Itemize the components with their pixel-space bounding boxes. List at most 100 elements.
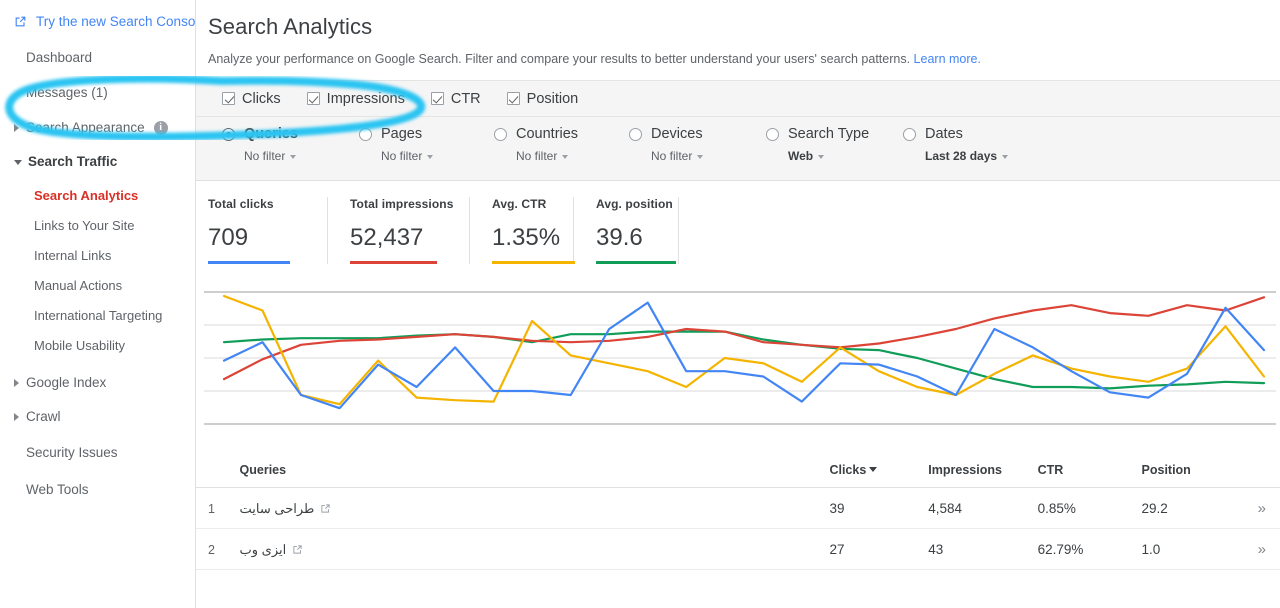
learn-more-link[interactable]: Learn more. [914, 52, 981, 66]
radio-icon[interactable] [766, 127, 779, 141]
sidebar-item-search-appearance[interactable]: Search Appearance i [0, 117, 195, 138]
radio-icon[interactable] [222, 127, 235, 141]
radio-icon[interactable] [494, 127, 507, 141]
chevron-double-right-icon: » [1257, 500, 1267, 517]
checkmark-icon [222, 92, 235, 105]
page-description-text: Analyze your performance on Google Searc… [208, 52, 911, 66]
external-link-icon[interactable] [320, 503, 331, 514]
metric-checkbox-position[interactable]: Position [506, 90, 579, 107]
kpi-value: 1.35% [492, 224, 561, 251]
row-query[interactable]: طراحی سایت [239, 487, 830, 529]
sidebar-item-dashboard[interactable]: Dashboard [0, 47, 195, 68]
sidebar: Try the new Search Console Dashboard Mes… [0, 0, 206, 608]
col-clicks[interactable]: Clicks [829, 455, 929, 488]
kpi-label: Total impressions [350, 197, 454, 211]
sidebar-item-international-targeting[interactable]: International Targeting [0, 305, 195, 326]
search-console-page: Try the new Search Console Dashboard Mes… [0, 0, 1280, 608]
kpi-underline [350, 261, 437, 264]
radio-icon[interactable] [359, 127, 372, 141]
table-row[interactable]: 2 ایزی وب 27 43 62.79% 1.0 » [196, 528, 1280, 570]
sidebar-item-google-index[interactable]: Google Index [0, 372, 195, 393]
metric-checkbox-clicks[interactable]: Clicks [222, 91, 281, 107]
table-row[interactable]: 1 طراحی سایت 39 4,584 0.85% 29.2 » [196, 487, 1280, 529]
table-body: 1 طراحی سایت 39 4,584 0.85% 29.2 » 2 ایز… [196, 487, 1280, 570]
sidebar-item-web-tools[interactable]: Web Tools [0, 479, 195, 500]
metric-checkbox-row: Clicks Impressions CTR Position [196, 80, 1280, 117]
kpi-value: 39.6 [596, 224, 643, 251]
row-rank: 2 [196, 528, 240, 570]
sidebar-item-messages[interactable]: Messages (1) [0, 82, 195, 103]
row-expand-button[interactable]: » [1240, 487, 1280, 529]
chevron-down-icon [290, 154, 297, 159]
metric-label: Position [526, 90, 579, 107]
kpi-value: 52,437 [350, 224, 424, 251]
col-expand [1240, 455, 1280, 488]
dimension-filter-dates[interactable]: Last 28 days [903, 149, 1009, 163]
dimension-dates[interactable]: Dates Last 28 days [903, 126, 1009, 163]
col-impressions[interactable]: Impressions [928, 455, 1038, 488]
chevron-double-right-icon: » [1257, 541, 1267, 558]
sidebar-item-security-issues[interactable]: Security Issues [0, 442, 195, 463]
metric-label: CTR [450, 90, 481, 107]
chevron-right-icon [14, 412, 19, 421]
kpi-row: Total clicks 709 Total impressions 52,43… [196, 181, 1280, 264]
kpi-value: 709 [208, 224, 249, 251]
dimension-filter-search-type[interactable]: Web [766, 149, 903, 163]
queries-table: Queries Clicks Impressions CTR Position … [196, 455, 1280, 570]
metric-checkbox-ctr[interactable]: CTR [430, 90, 481, 107]
row-expand-button[interactable]: » [1240, 528, 1280, 570]
sidebar-item-label: Manual Actions [34, 278, 123, 293]
row-rank: 1 [196, 487, 240, 529]
filter-label: No filter [244, 149, 286, 163]
sidebar-item-label: International Targeting [34, 308, 163, 323]
dimension-radio-row: Queries No filter Pages No filter Countr… [196, 117, 1280, 181]
dimension-filter-pages[interactable]: No filter [359, 149, 494, 163]
sidebar-item-links-to-your-site[interactable]: Links to Your Site [0, 215, 195, 236]
kpi-total-impressions: Total impressions 52,437 [328, 197, 469, 264]
sidebar-item-label: Links to Your Site [34, 218, 135, 233]
dimension-label: Search Type [788, 126, 870, 142]
dimension-countries[interactable]: Countries No filter [494, 126, 629, 163]
dimension-queries[interactable]: Queries No filter [222, 126, 359, 163]
metric-checkbox-impressions[interactable]: Impressions [306, 91, 405, 107]
row-query[interactable]: ایزی وب [239, 528, 830, 570]
chevron-right-icon [14, 123, 19, 132]
sidebar-item-mobile-usability[interactable]: Mobile Usability [0, 335, 195, 356]
chevron-down-icon [562, 154, 569, 159]
kpi-label: Avg. position [596, 197, 673, 211]
col-position[interactable]: Position [1141, 455, 1241, 488]
dimension-filter-queries[interactable]: No filter [222, 149, 359, 163]
divider [678, 197, 679, 264]
sidebar-item-manual-actions[interactable]: Manual Actions [0, 275, 195, 296]
sidebar-item-internal-links[interactable]: Internal Links [0, 245, 195, 266]
sidebar-item-search-traffic[interactable]: Search Traffic [0, 151, 195, 172]
dimension-search-type[interactable]: Search Type Web [766, 126, 903, 163]
col-ctr[interactable]: CTR [1037, 455, 1142, 488]
chevron-down-icon [427, 154, 434, 159]
kpi-label: Total clicks [208, 197, 274, 211]
kpi-avg-position: Avg. position 39.6 [574, 197, 678, 264]
row-clicks: 39 [829, 487, 929, 529]
filter-label: No filter [516, 149, 558, 163]
dimension-pages[interactable]: Pages No filter [359, 126, 494, 163]
dimension-label: Devices [651, 126, 703, 142]
radio-icon[interactable] [629, 127, 642, 141]
sidebar-item-label: Messages (1) [26, 85, 108, 100]
row-position: 29.2 [1141, 487, 1241, 529]
dimension-filter-devices[interactable]: No filter [629, 149, 766, 163]
chart-line-clicks [222, 301, 1266, 410]
kpi-underline [596, 261, 676, 264]
sidebar-item-try-new-search-console[interactable]: Try the new Search Console [0, 11, 206, 32]
col-queries[interactable]: Queries [239, 455, 830, 488]
dimension-filter-countries[interactable]: No filter [494, 149, 629, 163]
dimension-devices[interactable]: Devices No filter [629, 126, 766, 163]
radio-icon[interactable] [903, 127, 916, 141]
checkmark-icon [506, 92, 520, 105]
info-icon[interactable]: i [153, 120, 168, 135]
sidebar-item-crawl[interactable]: Crawl [0, 406, 195, 427]
kpi-underline [208, 261, 290, 264]
chevron-right-icon [14, 378, 19, 387]
sidebar-item-search-analytics[interactable]: Search Analytics [0, 185, 195, 206]
checkmark-icon [430, 92, 444, 105]
external-link-icon[interactable] [292, 544, 303, 555]
